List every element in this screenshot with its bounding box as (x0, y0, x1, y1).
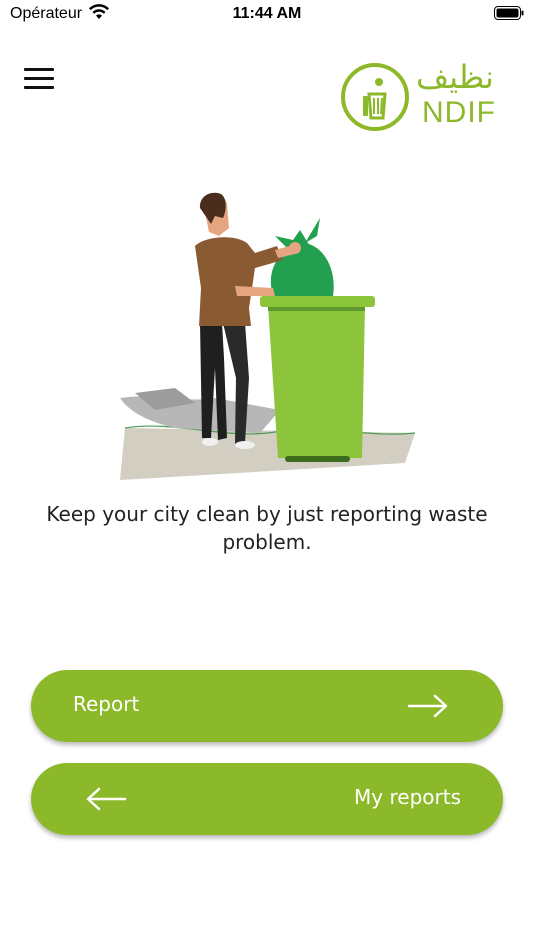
report-button[interactable]: Report (31, 670, 503, 742)
my-reports-button[interactable]: My reports (31, 763, 503, 835)
person-trash-illustration (120, 192, 416, 480)
report-button-label: Report (73, 692, 140, 716)
arrow-left-icon (86, 787, 127, 811)
logo-bin-icon (341, 63, 409, 131)
tagline-text: Keep your city clean by just reporting w… (46, 502, 488, 554)
logo-text: NDIF (422, 96, 496, 129)
battery-icon (494, 6, 524, 20)
hamburger-menu-icon (24, 68, 54, 89)
logo-arabic-text: نظيف (416, 58, 494, 96)
ndif-logo: نظيف NDIF (338, 58, 498, 134)
menu-button[interactable] (24, 68, 54, 94)
arrow-right-icon (407, 694, 448, 718)
status-time: 11:44 AM (232, 5, 302, 22)
status-bar: Opérateur 11:44 AM (0, 0, 534, 30)
my-reports-button-label: My reports (354, 785, 461, 809)
